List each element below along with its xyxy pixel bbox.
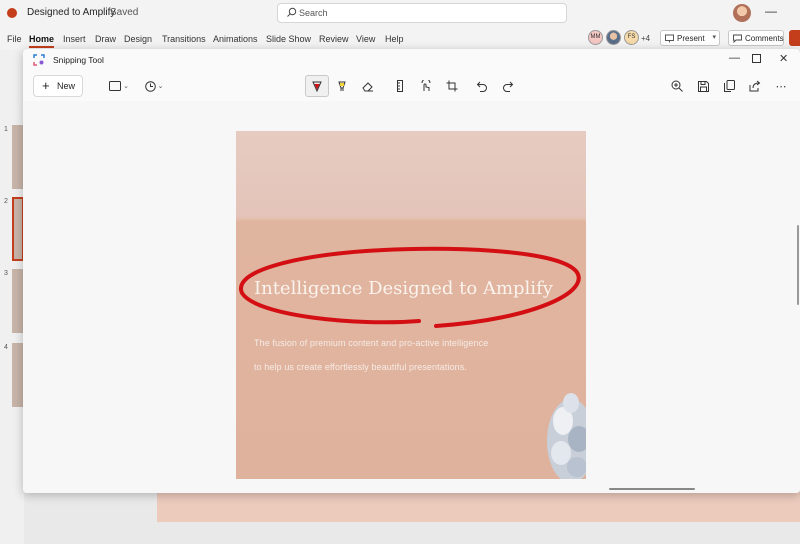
coauthor-avatar[interactable]: FS bbox=[624, 30, 639, 45]
crop-button[interactable] bbox=[441, 75, 463, 97]
ruler-icon bbox=[397, 80, 403, 92]
snipping-tool-titlebar: Snipping Tool — ✕ bbox=[23, 49, 800, 71]
save-icon bbox=[697, 80, 709, 92]
search-placeholder: Search bbox=[299, 8, 328, 18]
search-icon bbox=[287, 7, 297, 17]
slide-number: 2 bbox=[4, 198, 8, 205]
tab-insert[interactable]: Insert bbox=[63, 34, 86, 44]
tab-view[interactable]: View bbox=[356, 34, 375, 44]
comments-button[interactable]: Comments bbox=[728, 30, 784, 46]
pen-annotation-ellipse bbox=[239, 246, 581, 328]
redo-button[interactable] bbox=[497, 75, 519, 97]
minimize-button[interactable]: — bbox=[765, 4, 777, 18]
snipping-tool-window: Snipping Tool — ✕ + New ⌄ ⌄ ⋯ Intelligen… bbox=[23, 49, 800, 493]
tab-design[interactable]: Design bbox=[124, 34, 152, 44]
chevron-down-icon: ⌄ bbox=[157, 83, 164, 90]
undo-button[interactable] bbox=[471, 75, 493, 97]
slide-number: 4 bbox=[4, 344, 8, 351]
coauthor-photo-avatar[interactable] bbox=[606, 30, 621, 45]
app-titlebar: Designed to Amplify Saved Search — bbox=[0, 0, 800, 28]
new-snip-button[interactable]: + New bbox=[33, 75, 83, 97]
share-button[interactable] bbox=[744, 75, 766, 97]
chevron-down-icon[interactable]: ▾ bbox=[712, 33, 716, 41]
snipping-toolbar: + New ⌄ ⌄ ⋯ bbox=[23, 71, 800, 101]
more-options-button[interactable]: ⋯ bbox=[770, 75, 792, 97]
share-button[interactable] bbox=[789, 30, 800, 46]
window-title: Snipping Tool bbox=[53, 55, 104, 65]
pen-icon bbox=[312, 81, 322, 92]
present-label: Present bbox=[677, 34, 705, 43]
eraser-button[interactable] bbox=[357, 75, 379, 97]
coauthor-more-count[interactable]: +4 bbox=[641, 34, 650, 43]
coauthor-avatar[interactable]: MM bbox=[588, 30, 603, 45]
ruler-button[interactable] bbox=[389, 75, 411, 97]
tab-home[interactable]: Home bbox=[29, 34, 55, 48]
minimize-button[interactable]: — bbox=[729, 52, 740, 64]
comments-label: Comments bbox=[745, 34, 784, 43]
plus-icon: + bbox=[42, 78, 50, 93]
copy-icon bbox=[723, 80, 735, 92]
undo-icon bbox=[476, 81, 487, 92]
slide-canvas-behind bbox=[157, 492, 800, 522]
more-icon: ⋯ bbox=[775, 80, 787, 93]
tab-animations[interactable]: Animations bbox=[213, 34, 258, 44]
save-status: Saved bbox=[110, 7, 139, 18]
redo-icon bbox=[503, 81, 514, 92]
close-button[interactable]: ✕ bbox=[779, 52, 788, 65]
tab-file[interactable]: File bbox=[7, 34, 22, 44]
chevron-down-icon: ⌄ bbox=[123, 83, 129, 90]
copy-button[interactable] bbox=[718, 75, 740, 97]
slide-thumbnails-pane: 1 2 3 4 bbox=[0, 50, 24, 544]
search-input[interactable]: Search bbox=[277, 3, 567, 23]
maximize-button[interactable] bbox=[752, 54, 761, 66]
share-icon bbox=[749, 80, 761, 92]
tab-slide-show[interactable]: Slide Show bbox=[266, 34, 311, 44]
present-button[interactable]: Present ▾ bbox=[660, 30, 720, 46]
tab-draw[interactable]: Draw bbox=[95, 34, 116, 44]
highlighter-icon bbox=[338, 81, 346, 91]
tab-transitions[interactable]: Transitions bbox=[162, 34, 206, 44]
ballpoint-pen-button[interactable] bbox=[305, 75, 329, 97]
tab-help[interactable]: Help bbox=[385, 34, 404, 44]
new-label: New bbox=[57, 81, 76, 91]
zoom-button[interactable] bbox=[666, 75, 688, 97]
slide-number: 3 bbox=[4, 270, 8, 277]
eraser-icon bbox=[362, 82, 373, 92]
present-icon bbox=[665, 34, 674, 43]
snip-mode-button[interactable]: ⌄ bbox=[106, 75, 132, 97]
touch-writing-icon bbox=[421, 80, 431, 91]
crop-icon bbox=[446, 80, 458, 92]
tab-review[interactable]: Review bbox=[319, 34, 349, 44]
user-avatar[interactable] bbox=[733, 4, 751, 22]
clock-icon bbox=[144, 80, 156, 92]
comment-icon bbox=[733, 34, 742, 43]
zoom-in-icon bbox=[671, 80, 683, 92]
captured-image[interactable]: Intelligence Designed to Amplify The fus… bbox=[236, 131, 586, 479]
highlighter-button[interactable] bbox=[331, 75, 353, 97]
horizontal-scrollbar[interactable] bbox=[609, 488, 695, 490]
slide-number: 1 bbox=[4, 126, 8, 133]
touch-writing-button[interactable] bbox=[415, 75, 437, 97]
maximize-icon bbox=[752, 54, 761, 63]
vertical-scrollbar[interactable] bbox=[797, 225, 799, 305]
rectangle-snip-icon bbox=[109, 81, 122, 91]
document-title[interactable]: Designed to Amplify bbox=[27, 7, 115, 18]
snipping-tool-logo-icon bbox=[33, 54, 45, 66]
save-button[interactable] bbox=[692, 75, 714, 97]
delay-button[interactable]: ⌄ bbox=[141, 75, 167, 97]
powerpoint-logo-icon bbox=[7, 8, 17, 18]
